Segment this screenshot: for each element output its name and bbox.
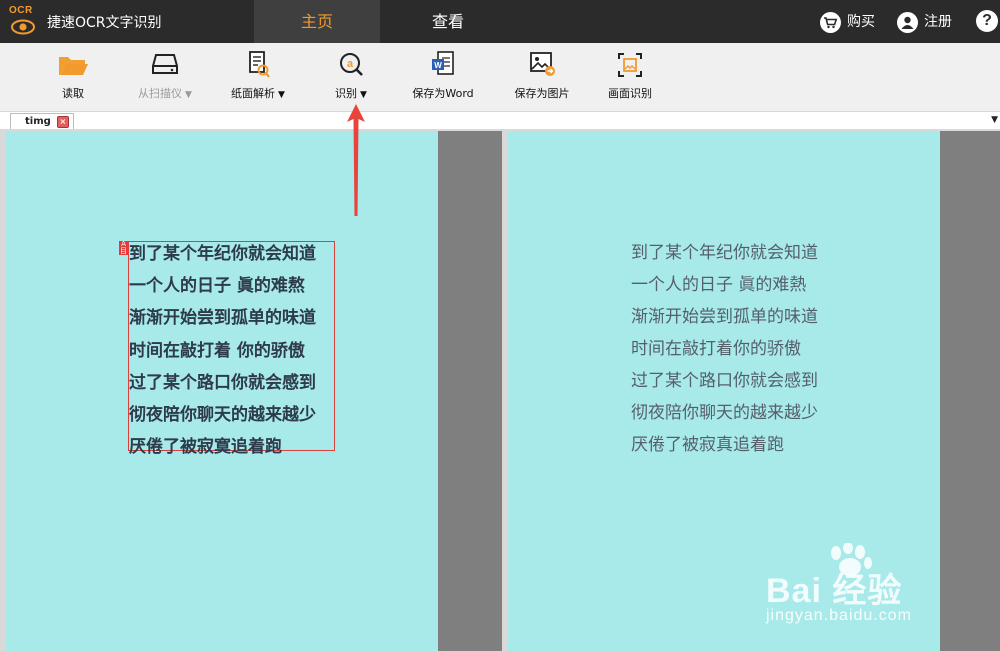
top-bar: OCR 捷速OCR文字识别 主页 查看 购买 注册 ? <box>0 0 1000 43</box>
screen-capture-label: 画面识别 <box>608 87 652 100</box>
pointer-arrow-icon <box>347 104 365 216</box>
user-icon <box>897 11 918 33</box>
result-text-line[interactable]: 厌倦了被寂真追着跑 <box>631 430 784 455</box>
scanner-button[interactable]: 从扫描仪 ▼ <box>125 43 205 111</box>
source-text-line: 彻夜陪你聊天的越来越少 <box>129 405 316 425</box>
result-text-line[interactable]: 过了某个路口你就会感到 <box>631 366 818 391</box>
scanner-icon <box>152 54 178 74</box>
svg-text:W: W <box>434 61 442 70</box>
register-button[interactable]: 注册 <box>897 10 952 34</box>
save-word-label: 保存为Word <box>412 87 474 100</box>
page-analyze-icon <box>249 51 270 78</box>
result-text-line[interactable]: 时间在敲打着你的骄傲 <box>631 334 801 359</box>
source-text-line: 渐渐开始尝到孤单的味道 <box>129 308 316 328</box>
eye-icon <box>11 19 35 35</box>
result-text-line[interactable]: 一个人的日子 眞的难熱 <box>631 270 806 295</box>
baidu-watermark: Bai 经验 jingyan.baidu.com <box>766 543 998 633</box>
buy-button[interactable]: 购买 <box>820 10 875 34</box>
result-text-line[interactable]: 渐渐开始尝到孤单的味道 <box>631 302 818 327</box>
folder-open-icon <box>59 57 88 75</box>
recognize-label: 识别 ▼ <box>335 87 367 100</box>
help-icon[interactable]: ? <box>976 10 998 32</box>
screen-capture-icon <box>618 53 642 77</box>
save-image-button[interactable]: 保存为图片 <box>502 43 582 111</box>
svg-text:a: a <box>347 58 354 70</box>
close-icon[interactable]: × <box>56 116 69 128</box>
recognize-icon: a <box>340 53 363 76</box>
read-label: 读取 <box>62 87 84 100</box>
save-word-button[interactable]: W 保存为Word <box>404 43 482 111</box>
document-tab[interactable]: timg × <box>10 113 74 130</box>
tab-home[interactable]: 主页 <box>254 0 380 43</box>
source-pane-margin <box>438 131 502 651</box>
logo-text: OCR <box>9 5 33 16</box>
screen-capture-button[interactable]: 画面识别 <box>596 43 664 111</box>
page-analyze-label: 纸面解析 ▼ <box>231 87 285 100</box>
scanner-label: 从扫描仪 ▼ <box>138 87 192 100</box>
register-label: 注册 <box>924 14 952 30</box>
page-analyze-button[interactable]: 纸面解析 ▼ <box>220 43 296 111</box>
app-title: 捷速OCR文字识别 <box>47 15 162 31</box>
watermark-main: Bai 经验 <box>766 572 903 610</box>
region-marker-icon[interactable]: A目 <box>119 241 128 255</box>
result-text-line[interactable]: 彻夜陪你聊天的越来越少 <box>631 398 818 423</box>
recognize-button[interactable]: a 识别 ▼ <box>318 43 384 111</box>
tab-view[interactable]: 查看 <box>380 0 516 43</box>
source-text-line: 到了某个年纪你就会知道 <box>129 244 316 264</box>
save-image-label: 保存为图片 <box>514 87 570 100</box>
app-logo: OCR <box>7 5 39 39</box>
source-text-line: 过了某个路口你就会感到 <box>129 373 316 393</box>
source-text-line: 厌倦了被寂寞追着跑 <box>129 437 282 457</box>
chevron-down-icon[interactable]: ▼ <box>991 115 998 125</box>
toolbar: 读取 从扫描仪 ▼ 纸面解析 ▼ a 识别 ▼ W 保存为Word 保存为图片 … <box>0 43 1000 112</box>
cart-icon <box>820 11 841 33</box>
source-text-line: 时间在敲打着 你的骄傲 <box>129 341 305 361</box>
document-tab-strip: timg × ▼ <box>0 112 1000 130</box>
source-text-line: 一个人的日子 眞的难熬 <box>129 276 305 296</box>
word-doc-icon: W <box>432 51 454 75</box>
watermark-url: jingyan.baidu.com <box>766 607 912 624</box>
save-image-icon <box>530 52 555 76</box>
buy-label: 购买 <box>847 14 875 30</box>
read-button[interactable]: 读取 <box>45 43 101 111</box>
document-tab-label: timg <box>25 116 51 127</box>
result-text-line[interactable]: 到了某个年纪你就会知道 <box>631 238 818 263</box>
